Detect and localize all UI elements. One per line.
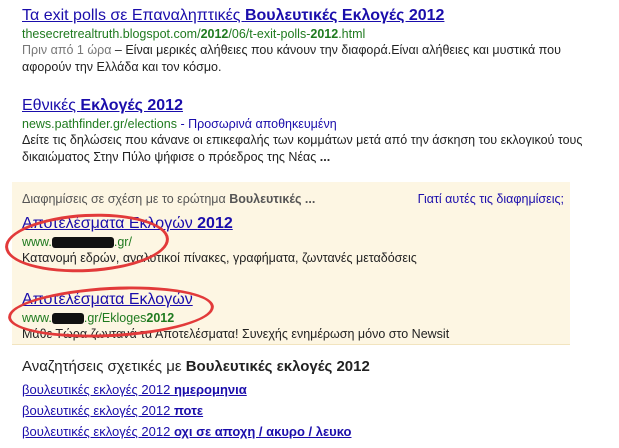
ads-header: Διαφημίσεις σε σχέση με το ερώτημα Βουλε… <box>22 192 316 206</box>
search-result-2: Εθνικές Εκλογές 2012 news.pathfinder.gr/… <box>22 96 612 166</box>
result-2-url: news.pathfinder.gr/elections - Προσωρινά… <box>22 117 337 131</box>
cached-link[interactable]: - Προσωρινά αποθηκευμένη <box>177 117 336 131</box>
why-these-ads-link[interactable]: Γιατί αυτές τις διαφημίσεις; <box>418 192 564 206</box>
result-2-snippet: Δείτε τις δηλώσεις που κάνανε οι επικεφα… <box>22 133 583 164</box>
result-2-title-link[interactable]: Εθνικές Εκλογές 2012 <box>22 96 612 116</box>
related-search-link-1[interactable]: βουλευτικές εκλογές 2012 ημερομηνια <box>22 382 247 397</box>
search-result-1: Τα exit polls σε Επαναληπτικές Βουλευτικ… <box>22 6 612 76</box>
result-1-url: thesecretrealtruth.blogspot.com/2012/06/… <box>22 27 366 41</box>
related-searches-heading: Αναζητήσεις σχετικές με Βουλευτικές εκλο… <box>22 358 370 375</box>
result-1-title-link[interactable]: Τα exit polls σε Επαναληπτικές Βουλευτικ… <box>22 6 612 26</box>
result-1-snippet: Πριν από 1 ώρα – Είναι μερικές αλήθειες … <box>22 43 561 74</box>
related-search-link-2[interactable]: βουλευτικές εκλογές 2012 ποτε <box>22 403 203 418</box>
related-search-link-3[interactable]: βουλευτικές εκλογές 2012 οχι σε αποχη / … <box>22 424 351 439</box>
